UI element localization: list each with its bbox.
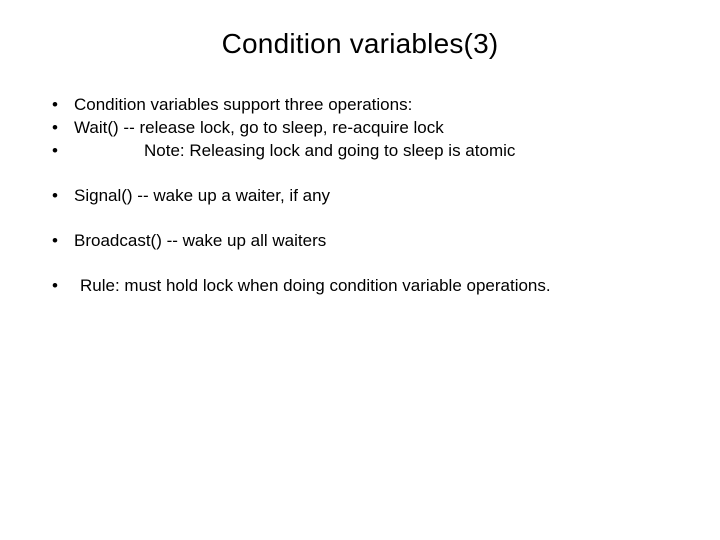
bullet-item: Condition variables support three operat… xyxy=(40,94,680,117)
bullet-item: Note: Releasing lock and going to sleep … xyxy=(40,140,680,163)
bullet-item: Rule: must hold lock when doing conditio… xyxy=(40,275,680,298)
bullet-list: Broadcast() -- wake up all waiters xyxy=(40,230,680,253)
spacer xyxy=(40,253,680,275)
bullet-text: Rule: must hold lock when doing conditio… xyxy=(74,275,551,298)
spacer xyxy=(40,163,680,185)
slide-title: Condition variables(3) xyxy=(40,28,680,60)
bullet-list: Rule: must hold lock when doing conditio… xyxy=(40,275,680,298)
bullet-text: Note: Releasing lock and going to sleep … xyxy=(74,140,515,163)
bullet-item: Signal() -- wake up a waiter, if any xyxy=(40,185,680,208)
bullet-list: Condition variables support three operat… xyxy=(40,94,680,163)
bullet-item: Broadcast() -- wake up all waiters xyxy=(40,230,680,253)
bullet-list: Signal() -- wake up a waiter, if any xyxy=(40,185,680,208)
slide: Condition variables(3) Condition variabl… xyxy=(0,0,720,540)
spacer xyxy=(40,208,680,230)
bullet-item: Wait() -- release lock, go to sleep, re-… xyxy=(40,117,680,140)
